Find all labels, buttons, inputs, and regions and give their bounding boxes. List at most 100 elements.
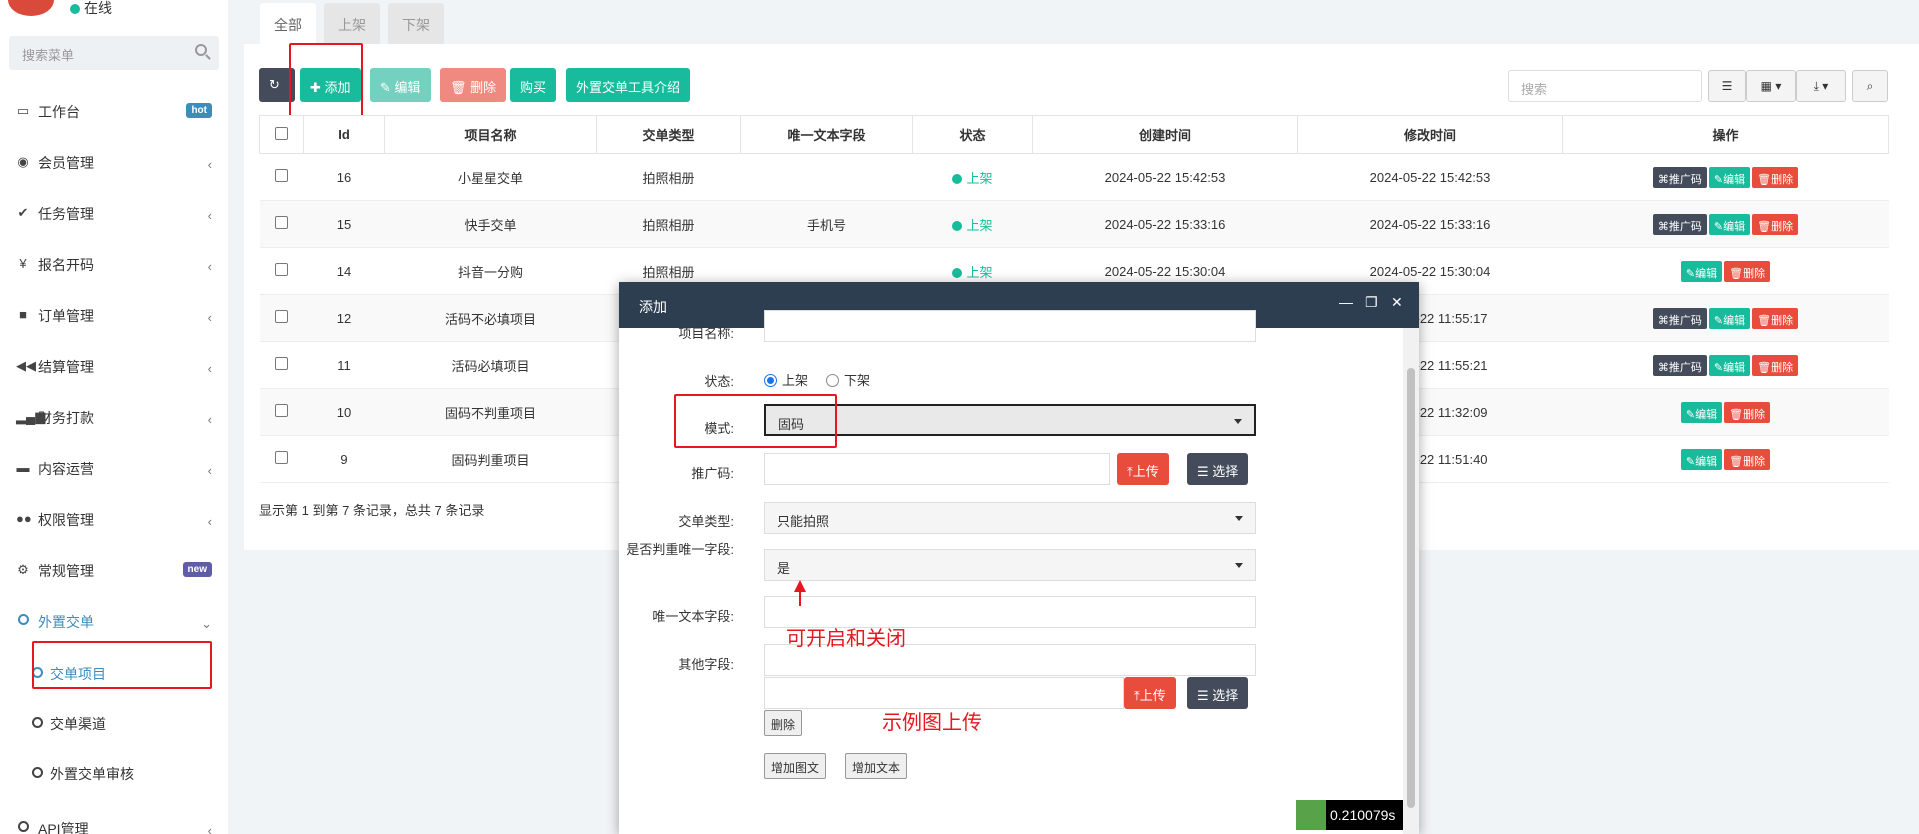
row-edit-button[interactable]: ✎编辑 [1708, 354, 1751, 376]
project-name-input[interactable] [764, 310, 1256, 342]
sidebar-item-dashboard[interactable]: ▭ 工作台 hot [0, 88, 228, 139]
intro-button[interactable]: 外置交单工具介绍 [566, 68, 691, 102]
promo-upload-button[interactable]: ⤒上传 [1117, 453, 1169, 485]
pencil-icon: ✎ [1713, 220, 1724, 233]
tab-all[interactable]: 全部 [260, 3, 316, 45]
column-header[interactable]: 唯一文本字段 [740, 115, 913, 154]
row-delete-button[interactable]: 🗑删除 [1752, 213, 1799, 235]
row-edit-button[interactable]: ✎编辑 [1708, 213, 1751, 235]
check-icon: ✔ [17, 205, 29, 220]
trash-icon: 🗑 [1729, 267, 1744, 280]
row-delete-button[interactable]: 🗑删除 [1724, 448, 1771, 470]
promo-code-input[interactable] [764, 453, 1110, 485]
promo-choose-button[interactable]: ☰ 选择 [1187, 453, 1249, 485]
status-radio-on[interactable]: 上架 [764, 370, 808, 389]
row-edit-button[interactable]: ✎编辑 [1680, 260, 1723, 282]
row-delete-button[interactable]: 🗑删除 [1724, 401, 1771, 423]
row-edit-button[interactable]: ✎编辑 [1680, 401, 1723, 423]
search-icon: ⌕ [1866, 79, 1874, 93]
columns-button[interactable]: ▦ ▾ [1746, 70, 1796, 102]
table-row[interactable]: 15 快手交单 拍照相册 手机号 上架 2024-05-22 15:33:16 … [259, 200, 1889, 248]
dedupe-select[interactable]: 是 [764, 549, 1256, 581]
search-button[interactable]: ⌕ [1852, 70, 1888, 102]
users-icon: ●● [16, 511, 32, 526]
order-type-select[interactable]: 只能拍照 [764, 502, 1256, 534]
sidebar-item-signup[interactable]: ¥ 报名开码 ‹ [0, 241, 228, 292]
export-button[interactable]: ⤓ ▾ [1796, 70, 1846, 102]
online-status: 在线 [70, 0, 112, 18]
sidebar-subitem-channels[interactable]: 交单渠道 [0, 699, 228, 749]
remove-field-button[interactable]: 删除 [764, 710, 803, 736]
sidebar-item-members[interactable]: ◉ 会员管理 ‹ [0, 139, 228, 190]
sidebar-item-permissions[interactable]: ●● 权限管理 ‹ [0, 496, 228, 547]
row-delete-button[interactable]: 🗑删除 [1752, 166, 1799, 188]
row-select-cell [259, 435, 304, 483]
sidebar-item-tasks[interactable]: ✔ 任务管理 ‹ [0, 190, 228, 241]
edit-button[interactable]: ✎ 编辑 [370, 68, 431, 102]
chevron-left-icon: ‹ [207, 310, 212, 325]
column-header[interactable]: 修改时间 [1297, 115, 1563, 154]
add-text-button[interactable]: 增加文本 [845, 753, 908, 779]
minimize-icon[interactable]: — [1339, 294, 1353, 310]
promo-code-button[interactable]: ⌘推广码 [1652, 213, 1707, 235]
close-icon[interactable]: ✕ [1391, 294, 1403, 311]
column-header[interactable]: 状态 [912, 115, 1033, 154]
other-choose-button[interactable]: ☰ 选择 [1187, 677, 1249, 709]
tab-listed[interactable]: 上架 [324, 3, 380, 45]
circle-icon [32, 767, 43, 778]
other-image-input[interactable] [764, 677, 1124, 709]
row-delete-button[interactable]: 🗑删除 [1752, 307, 1799, 329]
sidebar-item-settlement[interactable]: ◀◀ 结算管理 ‹ [0, 343, 228, 394]
add-image-text-button[interactable]: 增加图文 [764, 753, 827, 779]
row-edit-button[interactable]: ✎编辑 [1708, 307, 1751, 329]
row-delete-button[interactable]: 🗑删除 [1752, 354, 1799, 376]
promo-code-button[interactable]: ⌘推广码 [1652, 307, 1707, 329]
pencil-icon: ✎ [1713, 314, 1724, 327]
column-header[interactable]: 创建时间 [1032, 115, 1298, 154]
delete-button[interactable]: 🗑 删除 [440, 68, 507, 102]
table-row[interactable]: 16 小星星交单 拍照相册 上架 2024-05-22 15:42:53 202… [259, 153, 1889, 201]
dialog-scrollbar[interactable] [1403, 328, 1419, 834]
select-all-checkbox[interactable] [275, 126, 288, 140]
sidebar-item-content[interactable]: ▬ 内容运营 ‹ [0, 445, 228, 496]
row-checkbox[interactable] [275, 263, 288, 276]
row-checkbox[interactable] [275, 357, 288, 370]
column-header[interactable]: Id [303, 115, 385, 154]
row-checkbox[interactable] [275, 404, 288, 417]
promo-code-button[interactable]: ⌘推广码 [1652, 166, 1707, 188]
other-upload-button[interactable]: ⤒上传 [1124, 677, 1176, 709]
toggle-view-button[interactable]: ☰ [1708, 70, 1746, 102]
row-delete-button[interactable]: 🗑删除 [1724, 260, 1771, 282]
table-search-input[interactable]: 搜索 [1508, 70, 1702, 102]
sidebar-item-general[interactable]: ⚙ 常规管理 new [0, 547, 228, 598]
sidebar-item-api[interactable]: API管理 ‹ [0, 799, 228, 834]
row-checkbox[interactable] [275, 169, 288, 182]
column-header[interactable]: 交单类型 [596, 115, 741, 154]
row-select-cell [259, 200, 304, 248]
buy-button[interactable]: 购买 [510, 68, 557, 102]
maximize-icon[interactable]: ❐ [1365, 294, 1378, 311]
unique-field-label: 唯一文本字段: [652, 609, 734, 624]
id-cell: 14 [303, 247, 385, 295]
mode-select[interactable]: 固码 [764, 404, 1256, 436]
row-checkbox[interactable] [275, 216, 288, 229]
menu-search-input[interactable]: 搜索菜单 [9, 36, 219, 70]
row-edit-button[interactable]: ✎编辑 [1680, 448, 1723, 470]
created-cell: 2024-05-22 15:33:16 [1032, 200, 1298, 248]
unique-cell [740, 153, 913, 201]
row-checkbox[interactable] [275, 310, 288, 323]
select-all-header [259, 115, 304, 154]
scrollbar-thumb[interactable] [1407, 368, 1415, 808]
trash-icon: 🗑 [1757, 173, 1772, 186]
column-header[interactable]: 项目名称 [384, 115, 597, 154]
row-edit-button[interactable]: ✎编辑 [1708, 166, 1751, 188]
sidebar-item-orders[interactable]: ■ 订单管理 ‹ [0, 292, 228, 343]
sidebar-subitem-review[interactable]: 外置交单审核 [0, 749, 228, 799]
sidebar-item-payout[interactable]: ▂▄▆ 财务打款 ‹ [0, 394, 228, 445]
row-checkbox[interactable] [275, 451, 288, 464]
promo-code-button[interactable]: ⌘推广码 [1652, 354, 1707, 376]
annotation-sample-note: 示例图上传 [882, 712, 982, 734]
tab-unlisted[interactable]: 下架 [388, 3, 444, 45]
trash-icon: 🗑 [1757, 220, 1772, 233]
status-radio-off[interactable]: 下架 [826, 370, 870, 389]
